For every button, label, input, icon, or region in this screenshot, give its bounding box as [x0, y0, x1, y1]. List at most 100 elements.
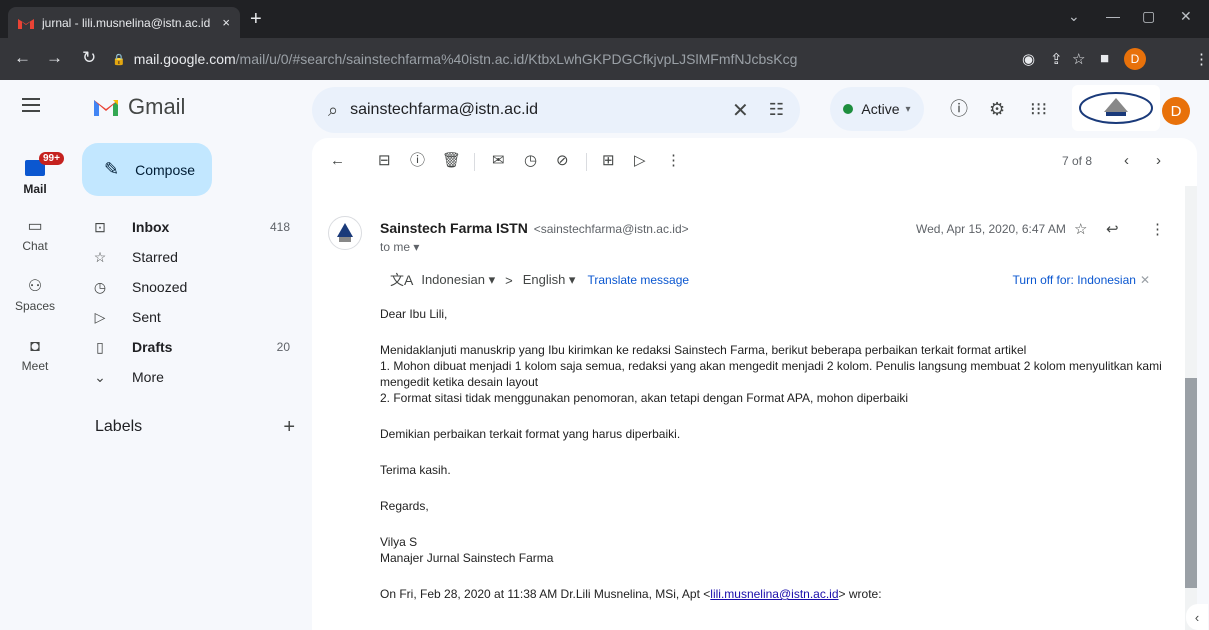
side-panel-icon[interactable]: ■: [1100, 50, 1109, 67]
sender-name[interactable]: Sainstech Farma ISTN: [380, 220, 528, 236]
bookmark-star-icon[interactable]: ☆: [1072, 50, 1085, 68]
sender-avatar[interactable]: [328, 216, 362, 250]
forward-icon[interactable]: →: [46, 49, 63, 67]
status-label: Active: [861, 101, 900, 117]
rail-item-mail[interactable]: 99+ Mail: [0, 152, 70, 196]
istn-emblem-icon: [337, 223, 353, 242]
nav-count: 418: [269, 220, 290, 234]
move-to-icon[interactable]: ⊞: [602, 152, 615, 170]
rail-item-chat[interactable]: ▭ Chat: [0, 218, 70, 253]
nav-item-starred[interactable]: ☆ Starred: [82, 242, 302, 272]
message-panel: ← ⊟ ⓘ 🗑 ✉ ◷ ⊘ ⊞ ▷ ⋮ 7 of 8 ‹ › Sainstech…: [312, 138, 1197, 630]
clear-search-icon[interactable]: ✕: [732, 98, 749, 123]
search-bar[interactable]: ⌕ sainstechfarma@istn.ac.id ✕ ☷: [312, 87, 800, 133]
toolbar-divider: [474, 153, 475, 171]
browser-profile-avatar[interactable]: D: [1124, 48, 1146, 70]
restore-icon[interactable]: ▢: [1142, 8, 1155, 25]
browser-menu-icon[interactable]: ⋮: [1194, 50, 1209, 68]
back-to-list-icon[interactable]: ←: [330, 152, 345, 170]
nav-item-snoozed[interactable]: ◷ Snoozed: [82, 272, 302, 302]
recipient-details-toggle[interactable]: to me ▾: [380, 240, 419, 254]
compose-button[interactable]: ✎ Compose: [82, 143, 212, 196]
tab-search-icon[interactable]: ⌄: [1068, 8, 1080, 25]
new-tab-button[interactable]: +: [250, 9, 262, 29]
newer-icon[interactable]: ‹: [1124, 152, 1129, 170]
quote-prefix: On Fri, Feb 28, 2020 at 11:38 AM Dr.Lili…: [380, 587, 711, 601]
reply-icon[interactable]: ↩: [1106, 220, 1119, 238]
body-thanks: Terima kasih.: [380, 463, 451, 477]
back-icon[interactable]: ←: [14, 49, 31, 67]
chevron-down-icon: ▾: [905, 103, 911, 115]
url-field[interactable]: 🔒 mail.google.com/mail/u/0/#search/sains…: [112, 43, 1209, 75]
status-selector[interactable]: Active ▾: [830, 87, 924, 131]
translate-message-link[interactable]: Translate message: [587, 273, 689, 287]
add-to-tasks-icon[interactable]: ⊘: [556, 152, 569, 170]
rail-label-spaces: Spaces: [14, 299, 56, 313]
rail-item-meet[interactable]: ◘ Meet: [0, 338, 70, 373]
organization-logo[interactable]: [1072, 85, 1160, 131]
translate-arrow: >: [505, 272, 513, 288]
nav-label: Sent: [132, 309, 161, 325]
gmail-favicon-icon: [18, 17, 34, 29]
signature-name: Vilya S: [380, 535, 418, 549]
report-spam-icon[interactable]: ⓘ: [410, 152, 425, 170]
nav-label: Inbox: [132, 219, 170, 235]
close-icon[interactable]: ✕: [1140, 273, 1150, 287]
close-window-icon[interactable]: ✕: [1180, 8, 1192, 25]
apps-grid-icon[interactable]: ⁝⁝⁝: [1030, 100, 1047, 118]
compose-label: Compose: [135, 161, 196, 178]
settings-gear-icon[interactable]: ⚙: [989, 100, 1005, 118]
sender-email: <sainstechfarma@istn.ac.id>: [533, 222, 689, 236]
more-options-icon[interactable]: ⋮: [666, 152, 681, 170]
tab-close-icon[interactable]: ×: [222, 15, 230, 30]
browser-tab[interactable]: jurnal - lili.musnelina@istn.ac.id ×: [8, 7, 240, 38]
clock-icon: ◷: [93, 278, 107, 295]
search-input[interactable]: sainstechfarma@istn.ac.id: [350, 101, 732, 119]
star-icon[interactable]: ☆: [1074, 220, 1087, 238]
source-language-select[interactable]: Indonesian ▾: [421, 272, 495, 288]
message-toolbar: ← ⊟ ⓘ 🗑 ✉ ◷ ⊘ ⊞ ▷ ⋮ 7 of 8 ‹ ›: [312, 138, 1197, 186]
share-icon[interactable]: ⇪: [1050, 50, 1063, 68]
nav-label: Starred: [132, 249, 178, 265]
inbox-icon: ⊡: [94, 218, 106, 235]
older-icon[interactable]: ›: [1156, 152, 1161, 170]
show-side-panel-icon[interactable]: ‹: [1186, 604, 1208, 630]
minimize-icon[interactable]: —: [1106, 8, 1120, 24]
url-host: mail.google.com: [133, 51, 236, 67]
search-options-icon[interactable]: ☷: [769, 100, 784, 120]
mail-unread-badge: 99+: [39, 152, 64, 165]
eye-icon[interactable]: ◉: [1022, 50, 1035, 68]
turn-off-label: Turn off for: Indonesian: [1012, 273, 1136, 287]
pager-text: 7 of 8: [1062, 154, 1093, 168]
sender-line: Sainstech Farma ISTN <sainstechfarma@ist…: [380, 220, 689, 236]
message-body: Dear Ibu Lili, Menidaklanjuti manuskrip …: [380, 306, 1180, 602]
main-menu-icon[interactable]: [22, 98, 40, 116]
nav-item-inbox[interactable]: ⊡ Inbox 418: [82, 212, 302, 242]
scrollbar-thumb[interactable]: [1185, 378, 1197, 588]
url-path: /mail/u/0/#search/sainstechfarma%40istn.…: [235, 51, 798, 67]
quoted-email-link[interactable]: lili.musnelina@istn.ac.id: [710, 587, 838, 601]
message-scrollbar[interactable]: [1185, 186, 1197, 630]
tab-title: jurnal - lili.musnelina@istn.ac.id: [42, 15, 211, 30]
nav-item-drafts[interactable]: ▯ Drafts 20: [82, 332, 302, 362]
mark-unread-icon[interactable]: ✉: [492, 152, 505, 170]
nav-item-sent[interactable]: ▷ Sent: [82, 302, 302, 332]
translate-bar: 文A Indonesian ▾ > English ▾ Translate me…: [390, 270, 1150, 290]
snooze-icon[interactable]: ◷: [524, 152, 537, 170]
search-icon[interactable]: ⌕: [328, 100, 338, 121]
message-more-icon[interactable]: ⋮: [1150, 220, 1165, 238]
delete-icon[interactable]: 🗑: [442, 152, 461, 170]
target-language-select[interactable]: English ▾: [523, 272, 576, 288]
rail-item-spaces[interactable]: ⚇ Spaces: [0, 278, 70, 313]
turn-off-translate[interactable]: Turn off for: Indonesian ✕: [1013, 273, 1150, 287]
help-icon[interactable]: ⓘ: [950, 100, 968, 118]
add-label-icon[interactable]: +: [283, 416, 295, 439]
reload-icon[interactable]: ↻: [82, 49, 96, 67]
quoted-header: On Fri, Feb 28, 2020 at 11:38 AM Dr.Lili…: [380, 586, 1180, 602]
label-icon[interactable]: ▷: [634, 152, 646, 170]
nav-item-more[interactable]: ⌄ More: [82, 362, 302, 392]
account-avatar[interactable]: D: [1162, 97, 1190, 125]
app-name: Gmail: [128, 94, 186, 119]
gmail-logo[interactable]: Gmail: [92, 94, 185, 120]
archive-icon[interactable]: ⊟: [378, 152, 391, 170]
